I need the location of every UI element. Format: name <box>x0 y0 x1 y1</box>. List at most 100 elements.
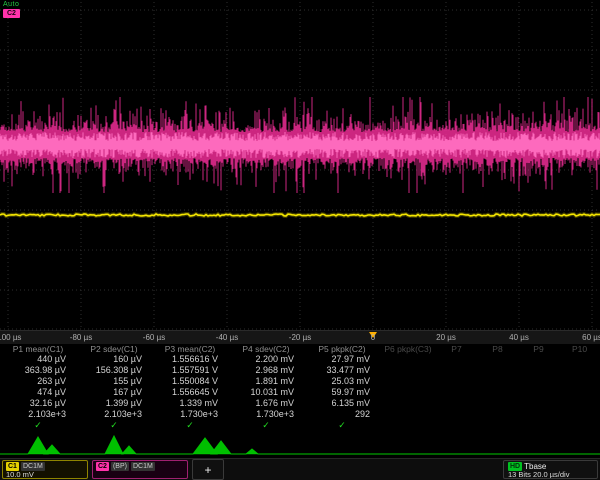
time-axis-label: 60 µs <box>582 333 600 342</box>
measurement-value: 440 µV <box>0 354 76 365</box>
measurement-value: 167 µV <box>76 387 152 398</box>
measurement-column-header[interactable]: P5 pkpk(C2) <box>304 344 380 354</box>
measurement-value <box>559 366 600 377</box>
measurement-value <box>477 377 518 388</box>
measurement-value <box>477 355 518 366</box>
measurement-value <box>477 366 518 377</box>
measurement-column: P4 sdev(C2)2.200 mV2.968 mV1.891 mV10.03… <box>228 344 304 430</box>
measurement-value <box>477 409 518 420</box>
measurement-value: 33.477 mV <box>304 365 380 376</box>
time-axis-label: -60 µs <box>143 333 165 342</box>
measurement-value <box>559 355 600 366</box>
measurement-value: 1.556645 V <box>152 387 228 398</box>
measurement-value <box>436 355 477 366</box>
time-axis-label: -80 µs <box>70 333 92 342</box>
channel-descriptor-c2[interactable]: C2 (BP) DC1M <box>92 460 188 479</box>
measurement-value: 2.103e+3 <box>76 409 152 420</box>
measurement-column-header[interactable]: P3 mean(C2) <box>152 344 228 354</box>
measurement-value: 25.03 mV <box>304 376 380 387</box>
measurement-value: 10.031 mV <box>228 387 304 398</box>
measurement-column: P1 mean(C1)440 µV363.98 µV263 µV474 µV32… <box>0 344 76 430</box>
measurement-value: 292 <box>304 409 380 420</box>
measurement-value: 160 µV <box>76 354 152 365</box>
measurement-column: P3 mean(C2)1.556616 V1.557591 V1.550084 … <box>152 344 228 430</box>
measurement-value <box>436 366 477 377</box>
measurement-value <box>380 377 436 388</box>
measurement-column-header[interactable]: P9 <box>518 344 559 355</box>
measurement-value <box>380 388 436 399</box>
measurement-value: 2.200 mV <box>228 354 304 365</box>
measurement-value <box>436 398 477 409</box>
measurement-value: 1.730e+3 <box>228 409 304 420</box>
measurement-column-header[interactable]: P7 <box>436 344 477 355</box>
measurement-value: 1.339 mV <box>152 398 228 409</box>
measurement-value: 2.968 mV <box>228 365 304 376</box>
measurement-value <box>518 377 559 388</box>
measurement-value: 1.399 µV <box>76 398 152 409</box>
measurement-value <box>380 409 436 420</box>
c1-vdiv: 10.0 mV <box>6 471 84 479</box>
time-axis-label: 40 µs <box>509 333 529 342</box>
measurement-value <box>380 398 436 409</box>
measurement-value <box>380 366 436 377</box>
measurement-value: 1.730e+3 <box>152 409 228 420</box>
channel-descriptor-c1[interactable]: C1 DC1M 10.0 mV <box>2 460 88 479</box>
measurement-value: 1.891 mV <box>228 376 304 387</box>
time-axis-label: 0 <box>371 333 375 342</box>
measurement-column: P7 <box>436 344 477 430</box>
measurement-column-header[interactable]: P4 sdev(C2) <box>228 344 304 354</box>
measurement-table: P1 mean(C1)440 µV363.98 µV263 µV474 µV32… <box>0 344 600 430</box>
measurement-column-header[interactable]: P1 mean(C1) <box>0 344 76 354</box>
measurement-column: P8 <box>477 344 518 430</box>
c2-coupling: DC1M <box>131 462 155 471</box>
trace-badge-c2: C2 <box>3 9 20 18</box>
measurement-column-header[interactable]: P8 <box>477 344 518 355</box>
measurement-value: 156.308 µV <box>76 365 152 376</box>
measurement-column-header[interactable]: P2 sdev(C1) <box>76 344 152 354</box>
measurement-value: 474 µV <box>0 387 76 398</box>
measurement-value: 1.550084 V <box>152 376 228 387</box>
measurement-value <box>559 377 600 388</box>
measurement-value <box>518 409 559 420</box>
measurement-value <box>380 355 436 366</box>
measurement-column: P5 pkpk(C2)27.97 mV33.477 mV25.03 mV59.9… <box>304 344 380 430</box>
measurement-column: P6 pkpk(C3) <box>380 344 436 430</box>
measurement-column-header[interactable]: P6 pkpk(C3) <box>380 344 436 355</box>
measurement-value: 363.98 µV <box>0 365 76 376</box>
measurement-value <box>518 388 559 399</box>
measurement-value <box>559 388 600 399</box>
time-axis-label: 20 µs <box>436 333 456 342</box>
time-axis-label: -40 µs <box>216 333 238 342</box>
time-axis-label: -100 µs <box>0 333 21 342</box>
add-trace-button[interactable]: + <box>192 459 224 480</box>
trend-plot <box>0 428 600 458</box>
measurement-value <box>436 409 477 420</box>
measurement-value <box>436 377 477 388</box>
timebase-descriptor[interactable]: HD Tbase 13 Bits 20.0 µs/div <box>503 460 598 479</box>
c2-bandpass-badge: (BP) <box>111 462 129 471</box>
measurement-value <box>436 388 477 399</box>
measurement-column: P2 sdev(C1)160 µV156.308 µV155 µV167 µV1… <box>76 344 152 430</box>
measurement-value <box>477 388 518 399</box>
measurement-column-header[interactable]: P10 <box>559 344 600 355</box>
time-axis: -100 µs -80 µs -60 µs -40 µs -20 µs 0 20 µs 40 … <box>0 330 600 345</box>
descriptor-bar: C1 DC1M 10.0 mV C2 (BP) DC1M + HD Tbase … <box>0 458 600 480</box>
measurement-value: 32.16 µV <box>0 398 76 409</box>
measurement-value: 59.97 mV <box>304 387 380 398</box>
measurement-value <box>559 398 600 409</box>
measurement-value: 1.557591 V <box>152 365 228 376</box>
measurement-value: 6.135 mV <box>304 398 380 409</box>
measurement-value <box>518 398 559 409</box>
time-axis-label: -20 µs <box>289 333 311 342</box>
measurement-value: 263 µV <box>0 376 76 387</box>
measurement-value <box>518 366 559 377</box>
measurement-value: 2.103e+3 <box>0 409 76 420</box>
measurement-value <box>518 355 559 366</box>
c2-label: C2 <box>96 462 109 471</box>
timebase-bits: 13 Bits <box>508 470 531 479</box>
measurement-value <box>559 409 600 420</box>
measurement-value: 27.97 mV <box>304 354 380 365</box>
timebase-tdiv: 20.0 µs/div <box>533 470 569 479</box>
measurement-value: 155 µV <box>76 376 152 387</box>
waveform-plot <box>0 0 600 330</box>
